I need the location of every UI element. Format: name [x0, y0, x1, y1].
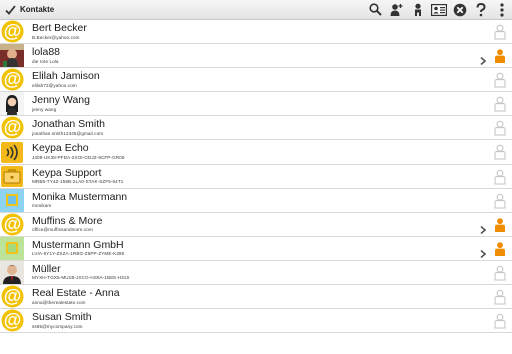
avatar — [0, 92, 24, 116]
contact-detail: office@muffinsandmore.com — [32, 227, 93, 233]
contact-row[interactable]: Keypa Echo J408-UK38-PFDA-2XOI-GDJZ-9CFP-… — [0, 140, 512, 165]
offline-status-icon[interactable] — [492, 24, 508, 40]
contact-name: Keypa Support — [32, 166, 102, 179]
svg-text:@: @ — [3, 286, 21, 306]
contact-row[interactable]: @ Real Estate - Anna anna@therealestate.co… — [0, 285, 512, 310]
contact-row[interactable]: Müller MYXH-TGX5-MU1B-JXCG-HS6A-1B8S-H31S — [0, 260, 512, 286]
contact-text: Jonathan Smith jonathan.smith12345@gmail.… — [32, 119, 105, 136]
contact-card-icon[interactable] — [428, 0, 449, 20]
contact-name: Elilah Jamison — [32, 70, 100, 83]
contact-detail: anna@therealestate.com — [32, 299, 86, 305]
contact-text: Susan Smith ss85@mycompany.com — [32, 312, 92, 329]
action-bar: Kontakte — [0, 0, 512, 20]
offline-status-icon[interactable] — [492, 120, 508, 136]
contact-text: Keypa Echo J408-UK38-PFDA-2XOI-GDJZ-9CFP-… — [32, 143, 125, 160]
svg-text:@: @ — [3, 214, 21, 234]
contact-name: Jenny Wang — [32, 94, 90, 107]
contact-detail: jenny wang — [32, 106, 57, 112]
contact-name: Jonathan Smith — [32, 118, 105, 131]
close-icon[interactable] — [449, 0, 470, 20]
avatar: @ — [0, 213, 24, 236]
offline-status-icon[interactable] — [492, 169, 508, 185]
contact-text: Elilah Jamison elilah72@yahoo.com — [32, 71, 100, 88]
person-icon[interactable] — [407, 0, 428, 20]
online-status-icon[interactable] — [492, 48, 508, 64]
online-status-icon[interactable] — [492, 217, 508, 233]
chevron-right-icon[interactable] — [480, 245, 487, 258]
contact-text: Jenny Wang jenny wang — [32, 95, 90, 112]
add-person-icon[interactable] — [386, 0, 407, 20]
contact-text: Monika Mustermann monikam — [32, 192, 127, 209]
contact-name: Real Estate - Anna — [32, 287, 120, 300]
contact-text: Mustermann GmbH LVIA-6Y1Y-ZSZA-1RBG-Z5PP-… — [32, 240, 124, 257]
avatar — [0, 188, 24, 212]
contact-text: Keypa Support MRB6-TY4Z-158B-2LA0-STAK-SZ… — [32, 168, 123, 185]
avatar — [0, 165, 24, 188]
contact-text: Muffins & More office@muffinsandmore.com — [32, 216, 102, 233]
contact-name: Keypa Echo — [32, 142, 89, 155]
contact-name: Susan Smith — [32, 311, 92, 324]
contact-detail: ss85@mycompany.com — [32, 323, 83, 329]
avatar — [0, 141, 24, 164]
contact-text: lola88 die rote Lola — [32, 47, 60, 64]
offline-status-icon[interactable] — [492, 313, 508, 329]
avatar — [0, 260, 24, 284]
offline-status-icon[interactable] — [492, 72, 508, 88]
contact-detail: elilah72@yahoo.com — [32, 82, 77, 88]
help-icon[interactable] — [470, 0, 491, 20]
avatar — [0, 236, 24, 260]
checkmark-icon[interactable] — [0, 0, 20, 20]
avatar: @ — [0, 116, 24, 139]
contact-row[interactable]: @ Jonathan Smith jonathan.smith12345@gmail… — [0, 116, 512, 141]
contact-name: lola88 — [32, 46, 61, 59]
avatar — [0, 44, 24, 68]
contact-detail: die rote Lola — [32, 58, 59, 64]
chevron-right-icon[interactable] — [480, 221, 487, 234]
contact-detail: MYXH-TGX5-MU1B-JXCG-HS6A-1B8S-H31S — [32, 275, 130, 281]
contact-detail: B.Becker@yahoo.com — [32, 34, 80, 40]
avatar: @ — [0, 309, 24, 332]
contact-detail: LVIA-6Y1Y-ZSZA-1RBG-Z5PP-ZYME-K395 — [32, 251, 125, 257]
app-title: Kontakte — [20, 5, 55, 14]
contact-text: Müller MYXH-TGX5-MU1B-JXCG-HS6A-1B8S-H31S — [32, 264, 130, 281]
overflow-menu-icon[interactable] — [491, 0, 512, 20]
offline-status-icon[interactable] — [492, 96, 508, 112]
contact-row[interactable]: @ Muffins & More office@muffinsandmore.com — [0, 213, 512, 237]
contact-detail: MRB6-TY4Z-158B-2LA0-STAK-SZF5-64T1 — [32, 179, 124, 185]
contact-row[interactable]: Mustermann GmbH LVIA-6Y1Y-ZSZA-1RBG-Z5PP-… — [0, 236, 512, 261]
contact-name: Müller — [32, 262, 61, 275]
svg-text:@: @ — [3, 117, 21, 137]
avatar: @ — [0, 68, 24, 91]
contact-row[interactable]: Keypa Support MRB6-TY4Z-158B-2LA0-STAK-SZ… — [0, 165, 512, 189]
contact-name: Mustermann GmbH — [32, 238, 124, 251]
contact-list: @ Bert Becker B.Becker@yahoo.com lola88 die … — [0, 20, 512, 334]
contact-text: Real Estate - Anna anna@therealestate.com — [32, 288, 120, 305]
offline-status-icon[interactable] — [492, 265, 508, 281]
contact-row[interactable]: lola88 die rote Lola — [0, 44, 512, 69]
chevron-right-icon[interactable] — [480, 52, 487, 66]
contact-text: Bert Becker B.Becker@yahoo.com — [32, 23, 87, 40]
contact-detail: J408-UK38-PFDA-2XOI-GDJZ-9CFP-GR09 — [32, 154, 125, 160]
contact-row[interactable]: @ Bert Becker B.Becker@yahoo.com — [0, 20, 512, 45]
contact-row[interactable]: @ Susan Smith ss85@mycompany.com — [0, 309, 512, 334]
toolbar-actions — [365, 0, 512, 20]
contact-row[interactable]: @ Elilah Jamison elilah72@yahoo.com — [0, 68, 512, 93]
offline-status-icon[interactable] — [492, 289, 508, 305]
avatar: @ — [0, 285, 24, 308]
avatar: @ — [0, 20, 24, 43]
contact-name: Muffins & More — [32, 214, 103, 227]
search-icon[interactable] — [365, 0, 386, 20]
offline-status-icon[interactable] — [492, 193, 508, 209]
contact-detail: jonathan.smith12345@gmail.com — [32, 130, 104, 136]
contact-name: Bert Becker — [32, 22, 87, 34]
contact-name: Monika Mustermann — [32, 190, 128, 203]
svg-text:@: @ — [3, 69, 21, 89]
svg-text:@: @ — [3, 310, 21, 330]
svg-text:@: @ — [3, 21, 21, 41]
offline-status-icon[interactable] — [492, 144, 508, 161]
contact-detail: monikam — [32, 203, 52, 209]
contact-row[interactable]: Jenny Wang jenny wang — [0, 92, 512, 117]
contact-row[interactable]: Monika Mustermann monikam — [0, 188, 512, 213]
online-status-icon[interactable] — [492, 241, 508, 257]
